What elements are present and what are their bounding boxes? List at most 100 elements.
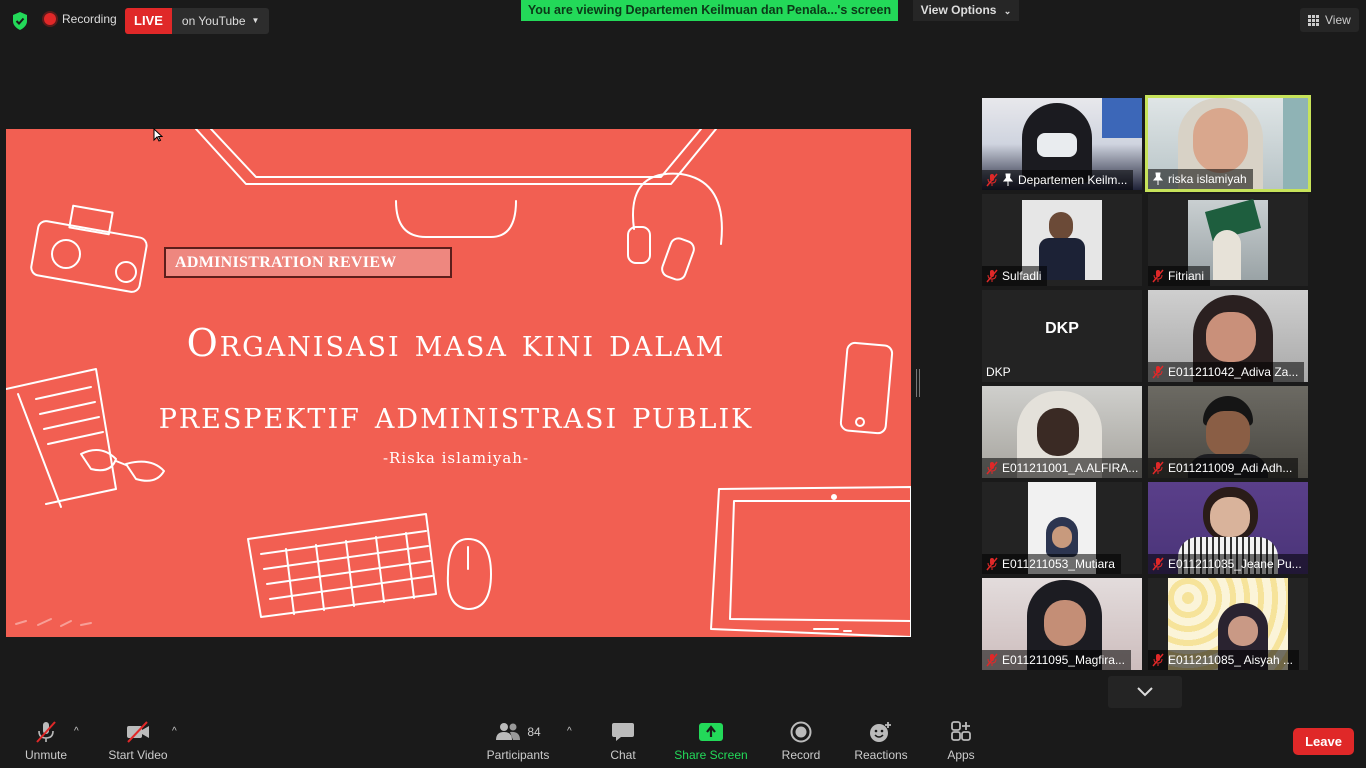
chat-label: Chat bbox=[610, 748, 636, 762]
participant-initials: DKP bbox=[1045, 320, 1079, 337]
mouse-cursor-icon bbox=[153, 128, 163, 142]
participant-name: E011211035_Jeane Pu... bbox=[1168, 557, 1302, 571]
participant-tile[interactable]: E011211053_Mutiara bbox=[982, 482, 1142, 574]
reactions-button[interactable]: Reactions bbox=[853, 720, 909, 762]
participant-name-tag: E011211001_A.ALFIRA... bbox=[982, 458, 1142, 478]
participant-tile[interactable]: DKP DKP bbox=[982, 290, 1142, 382]
participant-name-tag: E011211042_Adiva Za... bbox=[1148, 362, 1305, 382]
participant-name: E011211042_Adiva Za... bbox=[1168, 365, 1299, 379]
chat-bubble-icon bbox=[612, 723, 634, 741]
shared-screen-slide: ADMINISTRATION REVIEW Organisasi masa ki… bbox=[6, 129, 911, 637]
record-button[interactable]: Record bbox=[779, 720, 823, 762]
viewing-screen-banner: You are viewing Departemen Keilmuan dan … bbox=[521, 0, 898, 21]
start-video-button[interactable]: Start Video bbox=[106, 720, 170, 762]
unmute-button[interactable]: Unmute bbox=[20, 720, 72, 762]
leave-button[interactable]: Leave bbox=[1293, 728, 1354, 755]
participants-button[interactable]: 84 Participants bbox=[486, 720, 550, 762]
share-screen-icon bbox=[699, 723, 723, 741]
participant-name-tag: E011211053_Mutiara bbox=[982, 554, 1121, 574]
participant-tile[interactable]: E011211001_A.ALFIRA... bbox=[982, 386, 1142, 478]
participant-tile[interactable]: Sulfadli bbox=[982, 194, 1142, 286]
live-target-dropdown[interactable]: on YouTube ▼ bbox=[172, 8, 270, 34]
participant-name-tag: riska islamiyah bbox=[1148, 169, 1253, 189]
apps-icon bbox=[951, 721, 971, 741]
mic-muted-icon bbox=[986, 461, 998, 475]
participants-options-caret-icon[interactable]: ^ bbox=[567, 726, 572, 737]
mic-muted-icon bbox=[1152, 365, 1164, 379]
mic-muted-icon bbox=[986, 173, 998, 187]
video-off-icon bbox=[127, 721, 149, 743]
slide-title-line-1: Organisasi masa kini dalam bbox=[186, 321, 726, 365]
mic-muted-icon bbox=[986, 269, 998, 283]
mic-muted-icon bbox=[1152, 461, 1164, 475]
security-shield-icon[interactable] bbox=[12, 12, 28, 30]
participant-tile[interactable]: E011211009_Adi Adh... bbox=[1148, 386, 1308, 478]
participant-name: E011211095_Magfira... bbox=[1002, 653, 1125, 667]
video-options-caret-icon[interactable]: ^ bbox=[172, 726, 177, 737]
recording-indicator[interactable]: Recording bbox=[44, 12, 117, 26]
participants-count: 84 bbox=[527, 725, 541, 739]
mic-muted-icon bbox=[1152, 557, 1164, 571]
view-layout-button[interactable]: View bbox=[1300, 8, 1359, 32]
participants-label: Participants bbox=[486, 748, 550, 762]
view-options-label: View Options bbox=[920, 3, 997, 17]
participant-name: E011211009_Adi Adh... bbox=[1168, 461, 1293, 475]
mic-muted-icon bbox=[1152, 269, 1164, 283]
mic-muted-icon bbox=[36, 721, 56, 743]
smiley-plus-icon bbox=[870, 722, 891, 742]
participant-name: riska islamiyah bbox=[1168, 172, 1247, 186]
reactions-label: Reactions bbox=[854, 748, 908, 762]
mic-muted-icon bbox=[986, 653, 998, 667]
mic-muted-icon bbox=[986, 557, 998, 571]
participant-name-tag: Departemen Keilm... bbox=[982, 170, 1134, 190]
record-label: Record bbox=[781, 748, 821, 762]
share-screen-button[interactable]: Share Screen bbox=[674, 720, 748, 762]
chevron-down-icon bbox=[1137, 687, 1153, 697]
participant-tile[interactable]: Departemen Keilm... bbox=[982, 98, 1142, 190]
apps-label: Apps bbox=[947, 748, 975, 762]
participant-name: Sulfadli bbox=[1002, 269, 1042, 283]
participant-name-tag: E011211035_Jeane Pu... bbox=[1148, 554, 1308, 574]
audio-options-caret-icon[interactable]: ^ bbox=[74, 726, 79, 737]
apps-button[interactable]: Apps bbox=[944, 720, 978, 762]
participant-name-tag: E011211085_ Aisyah ... bbox=[1148, 650, 1299, 670]
participant-tile-active-speaker[interactable]: riska islamiyah bbox=[1145, 95, 1311, 192]
participant-tile[interactable]: E011211042_Adiva Za... bbox=[1148, 290, 1308, 382]
share-screen-label: Share Screen bbox=[674, 748, 748, 762]
pin-icon bbox=[1152, 172, 1164, 185]
participant-name: Fitriani bbox=[1168, 269, 1205, 283]
pin-icon bbox=[1002, 173, 1014, 186]
next-page-button[interactable] bbox=[1108, 676, 1182, 708]
participant-tile[interactable]: E011211095_Magfira... bbox=[982, 578, 1142, 670]
slide-author: -Riska islamiyah- bbox=[382, 449, 530, 467]
participant-name-tag: DKP bbox=[982, 362, 1017, 382]
participant-name-tag: E011211009_Adi Adh... bbox=[1148, 458, 1299, 478]
participant-tile[interactable]: Fitriani bbox=[1148, 194, 1308, 286]
live-badge: LIVE bbox=[125, 8, 172, 34]
participant-name: Departemen Keilm... bbox=[1018, 173, 1128, 187]
grid-view-icon bbox=[1308, 14, 1319, 26]
panel-resize-handle[interactable] bbox=[916, 369, 920, 397]
participant-name: E011211085_ Aisyah ... bbox=[1168, 653, 1293, 667]
chevron-down-icon: ⌄ bbox=[1003, 6, 1012, 16]
live-target-label: on YouTube bbox=[181, 14, 246, 28]
slide-badge: ADMINISTRATION REVIEW bbox=[164, 247, 452, 278]
participant-tile[interactable]: E011211035_Jeane Pu... bbox=[1148, 482, 1308, 574]
slide-title: Organisasi masa kini dalam prespektif ad… bbox=[156, 307, 756, 451]
participant-name: E011211001_A.ALFIRA... bbox=[1002, 461, 1139, 475]
participant-tile[interactable]: E011211085_ Aisyah ... bbox=[1148, 578, 1308, 670]
start-video-label: Start Video bbox=[108, 748, 168, 762]
chat-button[interactable]: Chat bbox=[605, 720, 641, 762]
zoom-meeting-window: Recording LIVE on YouTube ▼ You are view… bbox=[0, 0, 1366, 768]
view-label: View bbox=[1325, 13, 1351, 27]
participant-name-tag: Sulfadli bbox=[982, 266, 1048, 286]
participants-icon bbox=[496, 723, 521, 740]
caret-down-icon: ▼ bbox=[251, 16, 260, 25]
participant-name: DKP bbox=[986, 365, 1011, 379]
view-options-button[interactable]: View Options ⌄ bbox=[913, 0, 1019, 21]
live-stream-indicator[interactable]: LIVE on YouTube ▼ bbox=[125, 8, 270, 34]
participant-name: E011211053_Mutiara bbox=[1002, 557, 1115, 571]
mic-muted-icon bbox=[1152, 653, 1164, 667]
participant-name-tag: E011211095_Magfira... bbox=[982, 650, 1131, 670]
unmute-label: Unmute bbox=[24, 748, 68, 762]
